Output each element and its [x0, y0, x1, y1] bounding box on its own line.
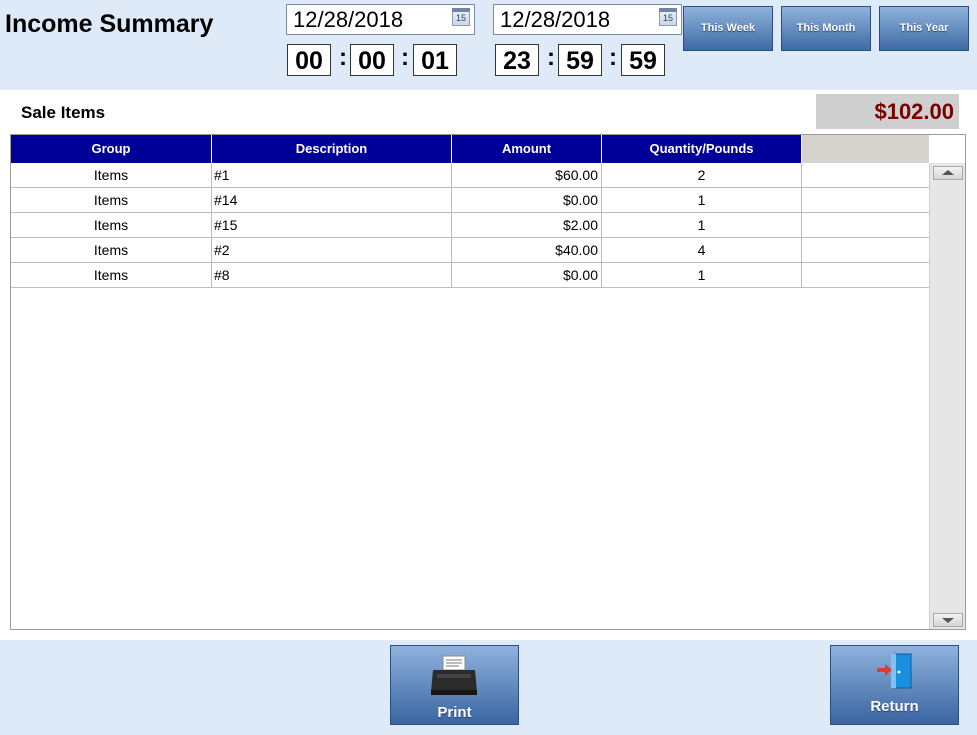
arrow-down-icon	[942, 618, 954, 623]
cell-amount: $2.00	[452, 213, 602, 237]
column-header-quantity[interactable]: Quantity/Pounds	[602, 135, 802, 163]
end-hour-field[interactable]: 23	[495, 44, 539, 76]
vertical-scrollbar[interactable]	[929, 163, 965, 629]
cell-amount: $60.00	[452, 163, 602, 187]
scroll-up-button[interactable]	[933, 166, 963, 180]
cell-description: #8	[212, 263, 452, 287]
time-separator: :	[609, 44, 617, 71]
door-exit-icon	[877, 653, 912, 689]
start-hour-field[interactable]: 00	[287, 44, 331, 76]
return-label: Return	[870, 698, 919, 715]
cell-amount: $40.00	[452, 238, 602, 262]
return-button[interactable]: Return	[830, 645, 959, 725]
this-week-button[interactable]: This Week	[683, 6, 773, 51]
cell-quantity: 1	[602, 188, 802, 212]
end-date-field[interactable]: 12/28/2018 15	[493, 4, 682, 35]
cell-description: #2	[212, 238, 452, 262]
sale-items-grid[interactable]: Group Description Amount Quantity/Pounds…	[10, 134, 966, 630]
page-title: Income Summary	[5, 10, 214, 38]
cell-quantity: 4	[602, 238, 802, 262]
cell-quantity: 1	[602, 213, 802, 237]
calendar-icon[interactable]: 15	[452, 8, 470, 26]
end-second-field[interactable]: 59	[621, 44, 665, 76]
print-button[interactable]: Print	[390, 645, 519, 725]
cell-quantity: 1	[602, 263, 802, 287]
start-date-value: 12/28/2018	[293, 7, 404, 32]
calendar-icon[interactable]: 15	[659, 8, 677, 26]
this-month-button[interactable]: This Month	[781, 6, 871, 51]
start-date-field[interactable]: 12/28/2018 15	[286, 4, 475, 35]
table-row[interactable]: Items #1 $60.00 2	[11, 163, 929, 188]
time-separator: :	[339, 44, 347, 71]
cell-amount: $0.00	[452, 188, 602, 212]
cell-group: Items	[11, 188, 212, 212]
cell-group: Items	[11, 163, 212, 187]
time-separator: :	[401, 44, 409, 71]
printer-icon	[431, 655, 477, 695]
cell-amount: $0.00	[452, 263, 602, 287]
print-label: Print	[437, 704, 472, 721]
start-minute-field[interactable]: 00	[350, 44, 394, 76]
cell-quantity: 2	[602, 163, 802, 187]
table-row[interactable]: Items #8 $0.00 1	[11, 263, 929, 288]
cell-group: Items	[11, 263, 212, 287]
column-header-amount[interactable]: Amount	[452, 135, 602, 163]
end-minute-field[interactable]: 59	[558, 44, 602, 76]
scroll-down-button[interactable]	[933, 613, 963, 627]
end-date-value: 12/28/2018	[500, 7, 611, 32]
column-header-filler	[802, 135, 929, 163]
cell-description: #14	[212, 188, 452, 212]
time-separator: :	[547, 44, 555, 71]
table-row[interactable]: Items #2 $40.00 4	[11, 238, 929, 263]
this-year-button[interactable]: This Year	[879, 6, 969, 51]
section-label: Sale Items	[21, 103, 106, 122]
cell-description: #1	[212, 163, 452, 187]
column-header-group[interactable]: Group	[11, 135, 212, 163]
start-second-field[interactable]: 01	[413, 44, 457, 76]
arrow-up-icon	[942, 170, 954, 175]
total-amount: $102.00	[816, 94, 959, 129]
table-row[interactable]: Items #15 $2.00 1	[11, 213, 929, 238]
column-header-description[interactable]: Description	[212, 135, 452, 163]
cell-group: Items	[11, 213, 212, 237]
cell-group: Items	[11, 238, 212, 262]
table-row[interactable]: Items #14 $0.00 1	[11, 188, 929, 213]
cell-description: #15	[212, 213, 452, 237]
